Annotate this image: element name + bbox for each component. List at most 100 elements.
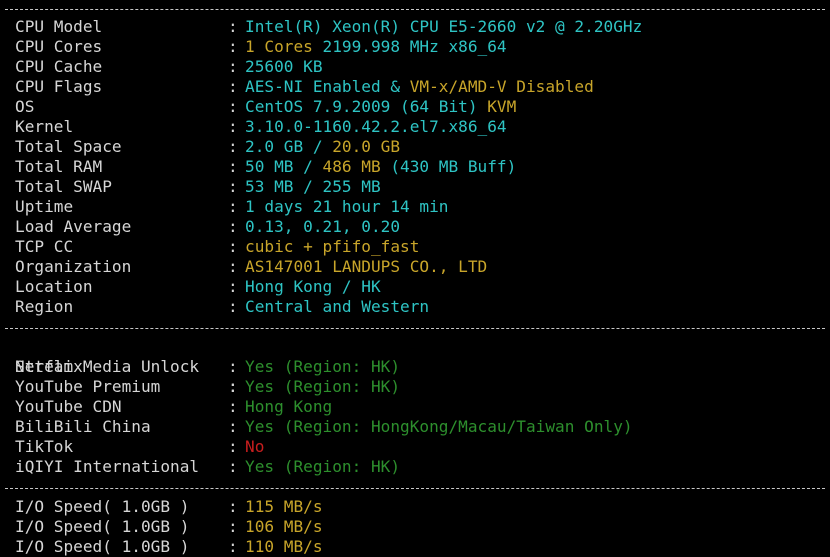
row-value: Central and Western (245, 297, 429, 317)
value-segment: 53 MB / 255 MB (245, 177, 381, 196)
row-value: Yes (Region: HK) (245, 457, 400, 477)
value-segment: VM-x/AMD-V Disabled (409, 77, 594, 96)
row-value: cubic + pfifo_fast (245, 237, 419, 257)
row-separator: : (228, 217, 238, 236)
value-segment: 1 Cores (245, 37, 323, 56)
row-separator: : (228, 417, 238, 436)
divider-io (5, 488, 825, 489)
row-label: Kernel (15, 117, 74, 136)
row-value: Hong Kong (245, 397, 332, 417)
row-value: 53 MB / 255 MB (245, 177, 381, 197)
row-value: 110 MB/s (245, 537, 323, 557)
row-separator: : (228, 257, 238, 276)
row-separator: : (228, 137, 238, 156)
value-segment: Yes (Region: HK) (245, 377, 401, 396)
row-value: No (245, 437, 264, 457)
row-separator: : (228, 237, 238, 256)
row-separator: : (228, 537, 238, 556)
value-segment: KVM (487, 97, 517, 116)
row-separator: : (228, 397, 238, 416)
row-label: TikTok (15, 437, 74, 456)
row-label: Total SWAP (15, 177, 112, 196)
value-segment: Yes (Region: HK) (245, 457, 401, 476)
row-label: CPU Model (15, 17, 103, 36)
row-label: CPU Cores (15, 37, 103, 56)
value-segment: 106 MB/s (245, 517, 323, 536)
value-segment: Central and Western (245, 297, 430, 316)
row-separator: : (228, 57, 238, 76)
row-separator: : (228, 297, 238, 316)
value-segment: 486 MB (322, 157, 391, 176)
value-segment: 115 MB/s (245, 497, 323, 516)
row-value: CentOS 7.9.2009 (64 Bit) KVM (245, 97, 516, 117)
value-segment: Yes (Region: HongKong/Macau/Taiwan Only) (245, 417, 633, 436)
value-segment: 0.13, 0.21, 0.20 (245, 217, 401, 236)
row-label: YouTube Premium (15, 377, 161, 396)
row-value: Yes (Region: HongKong/Macau/Taiwan Only) (245, 417, 633, 437)
value-segment: 110 MB/s (245, 537, 323, 556)
row-separator: : (228, 77, 238, 96)
row-separator: : (228, 117, 238, 136)
row-value: 106 MB/s (245, 517, 323, 537)
row-label: Location (15, 277, 93, 296)
row-separator: : (228, 497, 238, 516)
row-separator: : (228, 17, 238, 36)
terminal-output: CPU Model: Intel(R) Xeon(R) CPU E5-2660 v… (0, 0, 830, 556)
value-segment: 2199.998 MHz x86_64 (322, 37, 507, 56)
row-separator: : (228, 177, 238, 196)
row-label: I/O Speed( 1.0GB ) (15, 497, 190, 516)
row-value: Hong Kong / HK (245, 277, 381, 297)
row-label: Organization (15, 257, 132, 276)
value-segment: AES-NI Enabled & (245, 77, 410, 96)
row-label: Uptime (15, 197, 74, 216)
row-value: Intel(R) Xeon(R) CPU E5-2660 v2 @ 2.20GH… (245, 17, 642, 37)
row-separator: : (228, 357, 238, 376)
row-value: 3.10.0-1160.42.2.el7.x86_64 (245, 117, 507, 137)
row-value: 25600 KB (245, 57, 323, 77)
value-segment: Hong Kong (245, 397, 333, 416)
row-label: OS (15, 97, 35, 116)
row-separator: : (228, 197, 238, 216)
value-segment: 1 days 21 hour 14 min (245, 197, 449, 216)
row-label: Total RAM (15, 157, 103, 176)
row-value: 2.0 GB / 20.0 GB (245, 137, 400, 157)
value-segment: 25600 KB (245, 57, 323, 76)
row-label: I/O Speed( 1.0GB ) (15, 537, 190, 556)
divider-top (5, 9, 825, 10)
value-segment: CentOS 7.9.2009 (64 Bit) (245, 97, 488, 116)
row-label: I/O Speed( 1.0GB ) (15, 517, 190, 536)
row-value: Yes (Region: HK) (245, 357, 400, 377)
row-separator: : (228, 157, 238, 176)
row-value: 1 days 21 hour 14 min (245, 197, 448, 217)
stream-media-header-row: Stream Media Unlock : (0, 337, 238, 396)
row-value: 0.13, 0.21, 0.20 (245, 217, 400, 237)
row-value: 115 MB/s (245, 497, 323, 517)
value-segment: 20.0 GB (332, 137, 401, 156)
value-segment: 2.0 GB / (245, 137, 333, 156)
row-label: iQIYI International (15, 457, 200, 476)
value-segment: No (245, 437, 265, 456)
row-value: Yes (Region: HK) (245, 377, 400, 397)
row-value: 50 MB / 486 MB (430 MB Buff) (245, 157, 516, 177)
row-separator: : (228, 457, 238, 476)
value-segment: Intel(R) Xeon(R) CPU E5-2660 v2 @ 2.20GH… (245, 17, 643, 36)
value-segment: 50 MB / (245, 157, 323, 176)
value-segment: (430 MB Buff) (390, 157, 517, 176)
row-label: YouTube CDN (15, 397, 122, 416)
row-separator: : (228, 437, 238, 456)
row-label: CPU Flags (15, 77, 103, 96)
row-value: AS147001 LANDUPS CO., LTD (245, 257, 487, 277)
row-value: 1 Cores 2199.998 MHz x86_64 (245, 37, 507, 57)
divider-stream (5, 328, 825, 329)
value-segment: Yes (Region: HK) (245, 357, 401, 376)
row-separator: : (228, 517, 238, 536)
row-separator: : (228, 277, 238, 296)
row-label: TCP CC (15, 237, 74, 256)
row-label: Load Average (15, 217, 132, 236)
value-segment: Hong Kong / HK (245, 277, 381, 296)
row-label: CPU Cache (15, 57, 103, 76)
row-value: AES-NI Enabled & VM-x/AMD-V Disabled (245, 77, 594, 97)
row-label: Netflix (15, 357, 83, 376)
row-label: Total Space (15, 137, 122, 156)
row-separator: : (228, 97, 238, 116)
